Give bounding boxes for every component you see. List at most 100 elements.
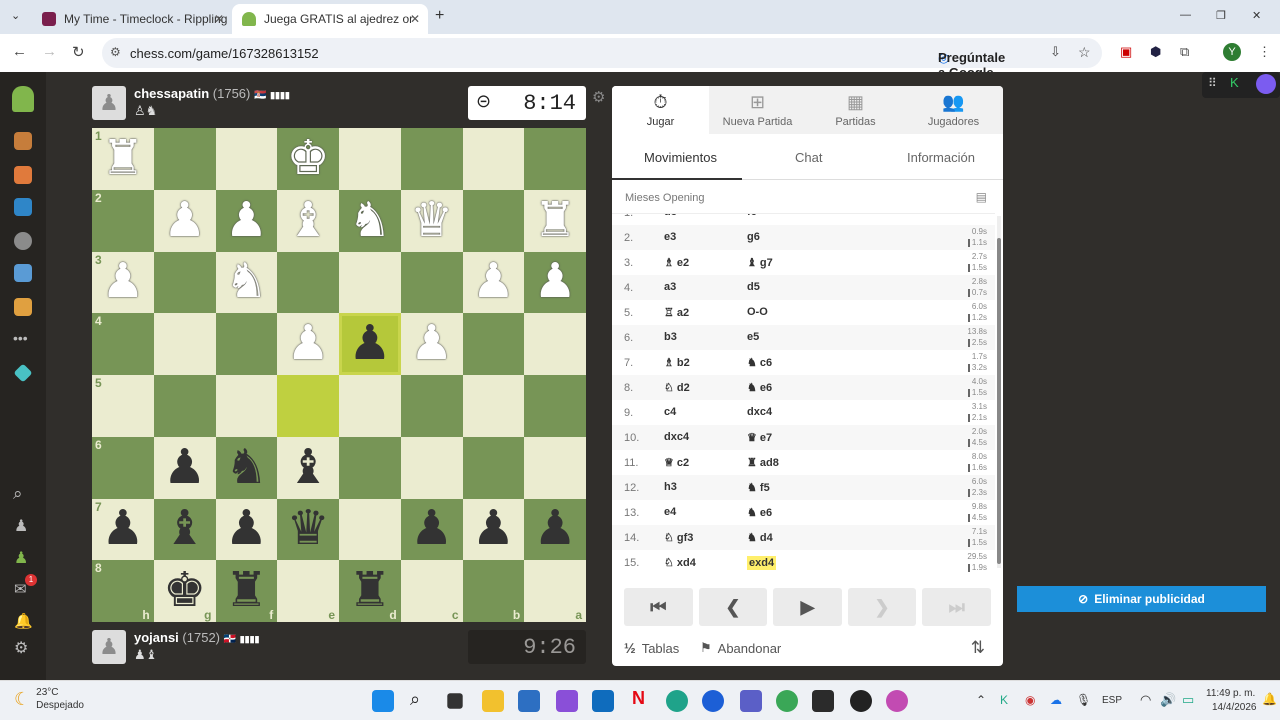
avatar[interactable]: ♟ [92,630,126,664]
white-move[interactable]: d3 [664,214,677,218]
google-lens-chip[interactable]: ◎ Pregúntale a Google [910,42,1005,80]
square-h3[interactable]: 3 ♟ [92,251,154,314]
bottom-player-name-line[interactable]: yojansi (1752) 🇩🇴 ▮▮▮▮ [134,630,260,645]
square-h2[interactable]: 2 [92,189,154,252]
white-pawn-piece[interactable]: ♟ [225,196,268,245]
black-king-piece[interactable]: ♚ [163,567,206,615]
square-f6[interactable]: ♞ [215,436,278,499]
chesscom-logo-icon[interactable] [12,86,34,112]
square-b6[interactable] [462,436,525,499]
white-pawn-piece[interactable]: ♟ [101,258,144,306]
close-window-button[interactable]: ✕ [1252,9,1261,22]
square-h5[interactable]: 5 [92,375,154,437]
search-icon[interactable]: ⌕ [13,484,23,504]
clock-time[interactable]: 11:49 p. m. [1206,688,1255,699]
mic-icon[interactable]: 🎙 [1076,693,1091,707]
last-move-button[interactable]: ⏭ [922,588,991,626]
chess-board[interactable]: 1 ♜ ♚ 2 ♟ ♟ ♝ ♞ ♛ ♜ 3 ♟ ♞ ♟ ♟ 4 ♟ ♟ ♟ 5 6 ♟ ♞ ♝ 7 ♟ ♝ ♟ ♛ ♟ ♟ ♟ 8 h g ♚ f ♜ e d… [92,128,586,622]
copilot-icon[interactable] [556,690,578,712]
previous-move-button[interactable]: ❮ [698,588,768,626]
square-g6[interactable]: ♟ [153,436,216,499]
white-move[interactable]: ♘ xd4 [664,556,696,569]
player-name[interactable]: yojansi [134,630,179,645]
square-f1[interactable] [215,128,278,190]
square-c6[interactable] [400,436,463,499]
square-f4[interactable] [215,313,278,375]
black-bishop-piece[interactable]: ♝ [287,443,330,492]
square-e4[interactable]: ♟ [277,313,339,375]
white-pawn-piece[interactable]: ♟ [410,320,453,368]
square-b2[interactable] [462,189,525,252]
square-b7[interactable]: ♟ [462,498,525,561]
square-e2[interactable]: ♝ [277,189,339,252]
white-move[interactable]: a3 [664,281,676,293]
square-c7[interactable]: ♟ [400,498,463,561]
white-move[interactable]: ♖ a2 [664,306,689,319]
square-d7[interactable] [339,498,401,561]
tab-search-icon[interactable]: ⌄ [11,9,20,22]
black-move[interactable]: ♞ c6 [747,356,772,369]
notifications-bell-icon[interactable]: 🔔 [14,612,33,630]
draw-button[interactable]: ½ Tablas [624,640,679,656]
black-queen-piece[interactable]: ♛ [287,505,330,553]
black-rook-piece[interactable]: ♜ [225,567,268,615]
subtab-informacion[interactable]: Información [907,150,975,165]
weather-widget[interactable]: ☾ 23°C Despejado [14,686,84,712]
white-pawn-piece[interactable]: ♟ [287,320,330,368]
square-d4[interactable]: ♟ [339,313,401,375]
white-pawn-piece[interactable]: ♟ [472,258,515,306]
extension-k-icon[interactable]: K [1230,75,1239,90]
tab-nueva-partida[interactable]: ⊞ Nueva Partida [709,86,806,134]
edge-icon[interactable] [666,690,688,712]
square-h1[interactable]: 1 ♜ [92,128,154,190]
watch-icon[interactable] [14,232,32,250]
black-pawn-piece[interactable]: ♟ [163,443,206,492]
white-rook-piece[interactable]: ♜ [101,134,144,183]
black-move[interactable]: O-O [747,306,768,318]
taskbar-search-icon[interactable]: ⌕ [410,689,420,710]
outlook-icon[interactable] [592,690,614,712]
onedrive-icon[interactable]: ☁ [1050,693,1062,707]
notes-icon[interactable] [812,690,834,712]
board-settings-gear-icon[interactable]: ⚙ [592,88,605,106]
white-move[interactable]: c4 [664,406,676,418]
square-a2[interactable]: ♜ [524,189,586,252]
square-e3[interactable] [277,251,339,314]
square-h7[interactable]: 7 ♟ [92,498,154,561]
tab-jugar[interactable]: ⏱ Jugar [612,86,709,134]
tab-chess[interactable]: Juega GRATIS al ajedrez online ✕ [232,4,428,34]
square-g3[interactable] [153,251,216,314]
white-move[interactable]: h3 [664,481,677,493]
square-g5[interactable] [153,375,216,437]
square-a4[interactable] [524,313,586,375]
site-info-icon[interactable]: ⚙ [110,45,121,59]
black-move[interactable]: ♝ g7 [747,256,773,269]
square-e5[interactable] [277,375,339,437]
square-d6[interactable] [339,436,401,499]
white-move[interactable]: ♘ gf3 [664,531,693,544]
minimize-button[interactable]: — [1180,9,1191,21]
square-e7[interactable]: ♛ [277,498,339,561]
tab-partidas[interactable]: ▦ Partidas [807,86,904,134]
square-d8[interactable]: d ♜ [339,560,401,622]
subtab-movimientos[interactable]: Movimientos [644,150,717,165]
avatar[interactable]: ♟ [92,86,126,120]
white-king-piece[interactable]: ♚ [287,134,330,183]
chrome-icon[interactable] [776,690,798,712]
friends-icon[interactable]: ♟ [14,548,28,568]
messenger-icon[interactable] [702,690,724,712]
url-field[interactable]: ⚙ chess.com/game/167328613152 ◎ Pregúnta… [102,38,1102,80]
windows-start-icon[interactable] [372,690,394,712]
square-g8[interactable]: g ♚ [153,560,216,622]
square-h8[interactable]: 8h [92,560,154,622]
black-move[interactable]: e5 [747,331,759,343]
black-move[interactable]: ♜ ad8 [747,456,779,469]
more-icon[interactable]: ••• [13,330,28,346]
netflix-icon[interactable]: N [632,688,645,709]
square-d5[interactable] [339,375,401,437]
news-icon[interactable] [14,264,32,282]
white-move[interactable]: e4 [664,506,676,518]
black-move[interactable]: ♞ e6 [747,506,772,519]
profile-avatar[interactable]: Y [1223,43,1241,61]
file-explorer-icon[interactable] [482,690,504,712]
